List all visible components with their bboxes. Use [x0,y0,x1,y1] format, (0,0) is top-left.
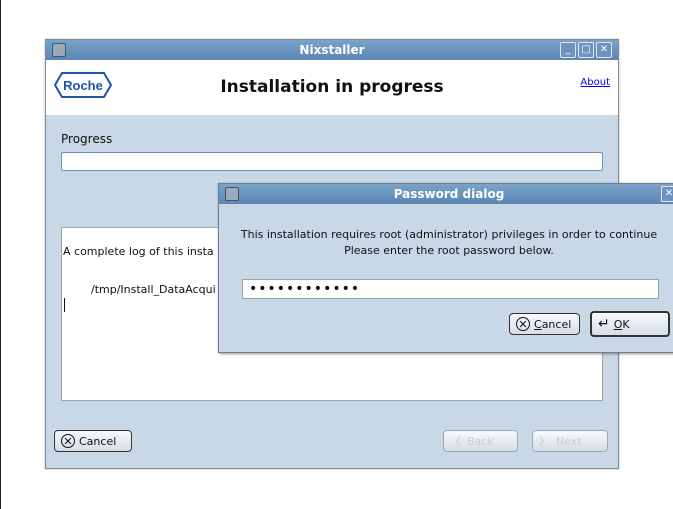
dialog-message-line2: Please enter the root password below. [344,244,554,257]
window-titlebar[interactable]: Nixstaller _ □ ✕ [46,40,618,60]
password-dialog: Password dialog ✕ This installation requ… [218,183,673,353]
password-field[interactable]: •••••••••••• [242,279,659,299]
about-link[interactable]: About [580,77,610,88]
back-button[interactable]: 《 Back [443,430,518,452]
next-arrow-icon: 》 [539,435,550,448]
progress-label: Progress [61,132,113,146]
log-path: /tmp/Install_DataAcqui [91,283,216,296]
back-label: Back [467,434,494,448]
installer-header: Roche Installation in progress About [46,60,618,115]
page-title: Installation in progress [220,77,444,97]
log-line: A complete log of this insta [63,245,214,258]
window-title: Nixstaller [299,43,365,57]
ok-label: OK [613,317,630,331]
cancel-icon: ✕ [516,317,530,331]
close-icon[interactable]: ✕ [596,42,612,58]
dialog-message: This installation requires root (adminis… [219,227,673,259]
text-caret [64,298,65,312]
progress-bar [61,152,603,171]
maximize-icon[interactable]: □ [578,42,594,58]
back-arrow-icon: 《 [450,435,461,448]
cancel-label: Cancel [79,434,117,448]
page-left-border [0,0,1,509]
cancel-button[interactable]: ✕ Cancel [54,430,132,452]
dialog-message-line1: This installation requires root (adminis… [240,228,658,241]
next-label: Next [556,434,582,448]
dialog-cancel-label: Cancel [534,317,572,331]
dialog-close-icon[interactable]: ✕ [661,186,673,202]
minimize-icon[interactable]: _ [560,42,576,58]
cancel-icon: ✕ [61,434,75,448]
ok-button[interactable]: ↵ OK [590,311,670,337]
dialog-titlebar[interactable]: Password dialog ✕ [219,184,673,204]
dialog-cancel-button[interactable]: ✕ Cancel [509,313,580,335]
next-button[interactable]: 》 Next [532,430,608,452]
dialog-title: Password dialog [393,187,505,201]
enter-arrow-icon: ↵ [598,316,610,332]
